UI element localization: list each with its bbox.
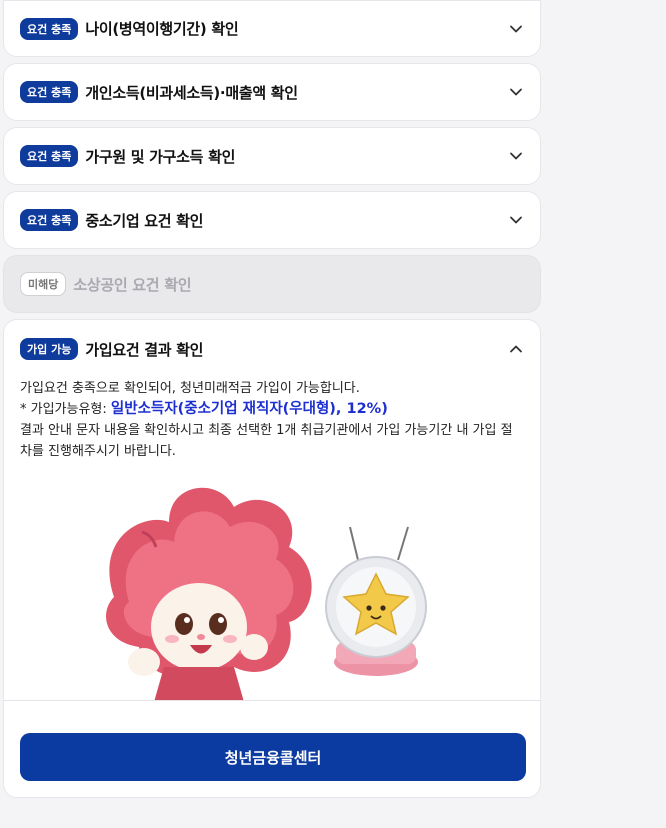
requirement-card-household[interactable]: 요건 충족 가구원 및 가구소득 확인	[3, 127, 541, 185]
result-guidance: 결과 안내 문자 내용을 확인하시고 최종 선택한 1개 취급기관에서 가입 가…	[20, 423, 513, 459]
requirement-title: 나이(병역이행기간) 확인	[85, 20, 239, 38]
requirement-header[interactable]: 요건 충족 나이(병역이행기간) 확인	[4, 1, 540, 56]
mascot-character	[106, 487, 312, 700]
requirement-card-age[interactable]: 요건 충족 나이(병역이행기간) 확인	[3, 0, 541, 57]
requirement-title: 개인소득(비과세소득)·매출액 확인	[85, 83, 298, 102]
chevron-down-icon[interactable]	[508, 21, 524, 37]
requirement-card-small-business: 미해당 소상공인 요건 확인	[3, 255, 541, 313]
result-type-value: 일반소득자(중소기업 재직자(우대형), 12%)	[110, 401, 388, 417]
status-badge: 요건 충족	[20, 209, 79, 231]
requirement-title: 소상공인 요건 확인	[73, 275, 192, 294]
result-type: * 가입가능유형: 일반소득자(중소기업 재직자(우대형), 12%)	[20, 399, 524, 420]
result-title: 가입요건 결과 확인	[85, 340, 204, 359]
chevron-down-icon[interactable]	[508, 148, 524, 164]
requirement-title: 중소기업 요건 확인	[85, 211, 204, 230]
status-badge: 요건 충족	[20, 17, 79, 40]
requirements-list: 요건 충족 나이(병역이행기간) 확인 요건 충족 개인소득(비과세소득)·매출…	[3, 0, 541, 804]
status-badge: 요건 충족	[20, 81, 79, 103]
chevron-up-icon[interactable]	[508, 341, 524, 357]
chevron-down-icon[interactable]	[508, 212, 524, 228]
requirement-header[interactable]: 요건 충족 중소기업 요건 확인	[4, 192, 540, 248]
cta-area: 청년금융콜센터	[4, 701, 540, 797]
status-badge: 요건 충족	[20, 145, 79, 167]
call-center-button[interactable]: 청년금융콜센터	[20, 733, 526, 781]
result-header[interactable]: 가입 가능 가입요건 결과 확인	[4, 320, 540, 378]
mascot-illustration	[4, 462, 540, 700]
result-badge: 가입 가능	[20, 338, 79, 360]
requirement-header: 미해당 소상공인 요건 확인	[4, 256, 540, 312]
requirement-card-sme[interactable]: 요건 충족 중소기업 요건 확인	[3, 191, 541, 249]
requirement-title: 가구원 및 가구소득 확인	[85, 147, 236, 166]
result-card: 가입 가능 가입요건 결과 확인 가입요건 충족으로 확인되어, 청년미래적금 …	[3, 319, 541, 798]
result-body: 가입요건 충족으로 확인되어, 청년미래적금 가입이 가능합니다. * 가입가능…	[4, 378, 540, 462]
robot-character	[325, 526, 427, 676]
result-message: 가입요건 충족으로 확인되어, 청년미래적금 가입이 가능합니다.	[20, 381, 360, 396]
chevron-down-icon[interactable]	[508, 84, 524, 100]
requirement-header[interactable]: 요건 충족 가구원 및 가구소득 확인	[4, 128, 540, 184]
status-badge: 미해당	[20, 272, 67, 296]
result-type-prefix: * 가입가능유형:	[20, 402, 111, 417]
requirement-card-income[interactable]: 요건 충족 개인소득(비과세소득)·매출액 확인	[3, 63, 541, 121]
requirement-header[interactable]: 요건 충족 개인소득(비과세소득)·매출액 확인	[4, 64, 540, 120]
